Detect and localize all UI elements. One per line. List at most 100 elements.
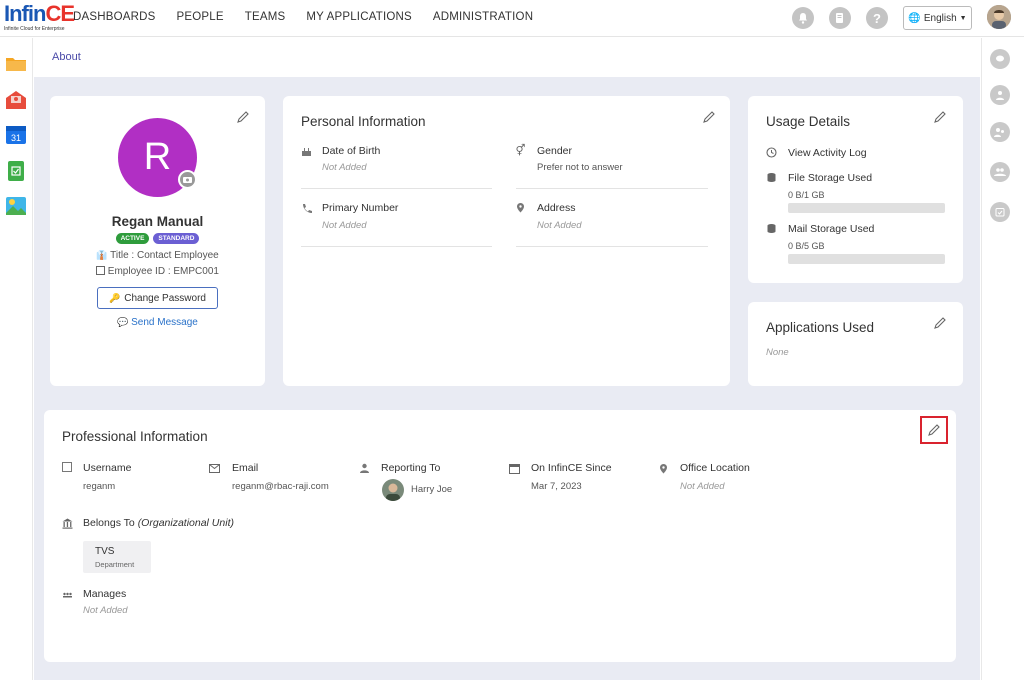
belongs-to-suffix: (Organizational Unit) [137, 517, 234, 529]
send-message-label: Send Message [131, 317, 198, 328]
infince-logo[interactable]: InfinCE Infinite Cloud for Enterprise [4, 1, 75, 33]
applications-used-heading: Applications Used [766, 320, 875, 335]
database-icon [767, 224, 776, 233]
personal-info-card: Personal Information Date of Birth Not A… [283, 96, 730, 386]
logo-text-a: Infin [4, 1, 46, 26]
usage-details-card: Usage Details View Activity Log File Sto… [748, 96, 963, 283]
dob-label: Date of Birth [322, 145, 381, 157]
mail-app-icon[interactable] [5, 90, 27, 110]
badges: ACTIVE STANDARD [50, 233, 265, 244]
folder-app-icon[interactable] [5, 55, 27, 75]
teams-icon[interactable] [990, 162, 1010, 182]
caret-down-icon: ▼ [959, 14, 967, 22]
people-group-icon [63, 592, 72, 598]
email-value: reganm@rbac-raji.com [232, 481, 329, 492]
id-card-icon [62, 462, 72, 472]
edit-applications-pencil-icon[interactable] [933, 316, 947, 330]
applications-used-card: Applications Used None [748, 302, 963, 386]
standard-badge: STANDARD [153, 233, 200, 244]
main-content: About R Regan Manual ACTIVE STANDARD 👔 T… [34, 38, 980, 680]
envelope-icon [209, 464, 220, 473]
address-label: Address [537, 202, 576, 214]
language-select[interactable]: 🌐 English ▼ [903, 6, 972, 30]
photos-app-icon[interactable] [5, 196, 27, 216]
edit-professional-button[interactable] [920, 416, 948, 444]
breadcrumb: About [34, 38, 980, 77]
logo-tagline: Infinite Cloud for Enterprise [4, 26, 65, 32]
manager-avatar[interactable] [382, 479, 404, 501]
help-icon[interactable]: ? [866, 7, 888, 29]
change-password-label: Change Password [124, 292, 206, 304]
edit-usage-pencil-icon[interactable] [933, 110, 947, 124]
language-value: English [923, 12, 957, 24]
address-value: Not Added [537, 220, 582, 231]
tasks-icon[interactable] [829, 7, 851, 29]
applications-used-value: None [766, 347, 789, 358]
username-label: Username [83, 462, 132, 474]
contacts-icon[interactable] [990, 122, 1010, 142]
professional-info-heading: Professional Information [62, 429, 208, 444]
avatar-initial: R [143, 136, 172, 178]
active-badge: ACTIVE [115, 233, 150, 244]
file-storage-label: File Storage Used [788, 172, 873, 184]
nav-people[interactable]: PEOPLE [177, 11, 224, 23]
chat-icon[interactable] [990, 49, 1010, 69]
divider [301, 246, 492, 247]
database-icon [767, 173, 776, 182]
profile-card: R Regan Manual ACTIVE STANDARD 👔 Title :… [50, 96, 265, 386]
calendar-check-icon[interactable] [990, 202, 1010, 222]
logo-text-b: CE [45, 1, 75, 26]
email-label: Email [232, 462, 259, 474]
location-pin-icon [517, 203, 524, 213]
username-value: reganm [83, 481, 116, 492]
tie-icon: 👔 [96, 250, 108, 260]
edit-profile-pencil-icon[interactable] [236, 110, 250, 124]
svg-text:31: 31 [11, 133, 21, 143]
send-message-link[interactable]: 💬 Send Message [50, 317, 265, 328]
mail-storage-value: 0 B/5 GB [788, 241, 825, 251]
notifications-bell-icon[interactable] [792, 7, 814, 29]
building-icon [62, 518, 73, 529]
divider [516, 246, 708, 247]
phone-icon [303, 204, 312, 213]
user-avatar[interactable] [987, 5, 1011, 29]
since-label: On InfinCE Since [531, 462, 612, 474]
clock-icon [766, 147, 777, 158]
primary-number-label: Primary Number [322, 202, 399, 214]
professional-info-card: Professional Information Username reganm… [44, 410, 956, 662]
dob-value: Not Added [322, 162, 367, 173]
org-unit-chip[interactable]: TVS Department [83, 541, 151, 573]
edit-personal-pencil-icon[interactable] [702, 110, 716, 124]
mail-storage-label: Mail Storage Used [788, 223, 875, 235]
chat-bubble-icon: 💬 [117, 317, 129, 327]
divider [516, 188, 708, 189]
office-location-label: Office Location [680, 462, 750, 474]
left-app-bar: 31 [0, 38, 33, 680]
belongs-to-label: Belongs To (Organizational Unit) [83, 517, 234, 529]
file-storage-value: 0 B/1 GB [788, 190, 825, 200]
calendar-app-icon[interactable]: 31 [5, 125, 27, 145]
reporting-to-value[interactable]: Harry Joe [411, 484, 452, 495]
view-activity-log-link[interactable]: View Activity Log [788, 147, 867, 159]
nav-dashboards[interactable]: DASHBOARDS [73, 11, 156, 23]
manages-value: Not Added [83, 605, 128, 616]
belongs-to-text: Belongs To [83, 517, 135, 529]
tasks-app-icon[interactable] [5, 161, 27, 181]
employee-id-text: Employee ID : EMPC001 [107, 266, 219, 277]
right-side-bar [981, 38, 1024, 680]
profile-icon[interactable] [990, 85, 1010, 105]
change-password-button[interactable]: 🔑 Change Password [97, 287, 218, 309]
nav-my-applications[interactable]: MY APPLICATIONS [306, 11, 411, 23]
breadcrumb-about[interactable]: About [52, 51, 81, 63]
personal-info-heading: Personal Information [301, 114, 426, 129]
nav-administration[interactable]: ADMINISTRATION [433, 11, 533, 23]
pencil-icon [928, 424, 940, 436]
profile-title: 👔 Title : Contact Employee [50, 250, 265, 261]
top-bar: InfinCE Infinite Cloud for Enterprise DA… [0, 0, 1024, 37]
nav-teams[interactable]: TEAMS [245, 11, 286, 23]
camera-icon[interactable] [178, 170, 197, 189]
file-storage-bar [788, 203, 945, 213]
gender-icon: ⚥ [515, 145, 526, 157]
org-unit-name: TVS [95, 546, 115, 557]
globe-icon: 🌐 [908, 12, 921, 24]
